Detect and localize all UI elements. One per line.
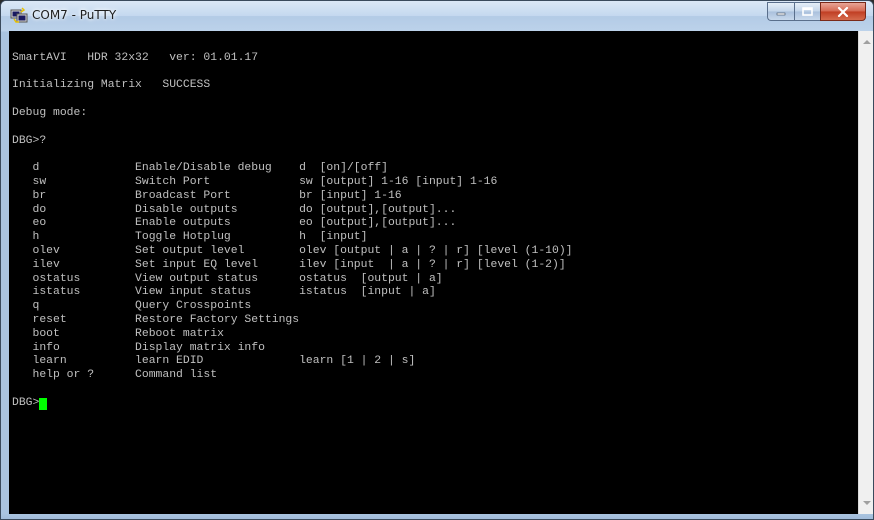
- scroll-up-arrow-icon[interactable]: [863, 40, 871, 44]
- minimize-icon: [776, 12, 786, 15]
- window-title: COM7 - PuTTY: [32, 8, 117, 22]
- terminal-line: info Display matrix info: [12, 341, 265, 354]
- terminal-output: SmartAVI HDR 32x32 ver: 01.01.17 Initiali…: [12, 38, 573, 411]
- terminal-line: DBG>?: [12, 134, 47, 147]
- terminal-line: eo Enable outputs eo [output],[output]..…: [12, 217, 457, 230]
- terminal-line: br Broadcast Port br [input] 1-16: [12, 189, 402, 202]
- minimize-button[interactable]: [767, 2, 794, 21]
- terminal-line: sw Switch Port sw [output] 1-16 [input] …: [12, 175, 498, 188]
- terminal-line: istatus View input status istatus [input…: [12, 286, 436, 299]
- terminal-line: do Disable outputs do [output],[output].…: [12, 203, 457, 216]
- close-icon: [837, 6, 849, 17]
- terminal-line: help or ? Command list: [12, 369, 218, 382]
- terminal-line: SmartAVI HDR 32x32 ver: 01.01.17: [12, 51, 259, 64]
- terminal-line: ilev Set input EQ level ilev [input | a …: [12, 258, 566, 271]
- terminal-line: d Enable/Disable debug d [on]/[off]: [12, 162, 388, 175]
- terminal-line: q Query Crosspoints: [12, 300, 252, 313]
- close-button[interactable]: [820, 2, 866, 21]
- terminal-area[interactable]: SmartAVI HDR 32x32 ver: 01.01.17 Initiali…: [9, 31, 858, 514]
- terminal-line: ostatus View output status ostatus [outp…: [12, 272, 443, 285]
- maximize-icon: [802, 7, 813, 16]
- window-controls: [767, 2, 866, 21]
- window-bottom-border: [1, 514, 873, 519]
- terminal-line: boot Reboot matrix: [12, 327, 224, 340]
- putty-window: COM7 - PuTTY SmartAVI HDR 32x32 ver: 01.…: [0, 0, 874, 520]
- terminal-line: learn learn EDID learn [1 | 2 | s]: [12, 355, 416, 368]
- terminal-line: Debug mode:: [12, 106, 88, 119]
- terminal-line: h Toggle Hotplug h [input]: [12, 231, 368, 244]
- prompt-text: DBG>: [12, 396, 40, 409]
- maximize-button[interactable]: [794, 2, 820, 21]
- scroll-down-arrow-icon[interactable]: [863, 501, 871, 505]
- terminal-line: olev Set output level olev [output | a |…: [12, 244, 573, 257]
- prompt-line: DBG>: [12, 397, 573, 411]
- title-bar[interactable]: COM7 - PuTTY: [1, 1, 873, 31]
- vertical-scrollbar[interactable]: [858, 31, 873, 514]
- terminal-line: Initializing Matrix SUCCESS: [12, 79, 211, 92]
- text-cursor: [39, 397, 48, 410]
- putty-icon[interactable]: [10, 7, 28, 23]
- terminal-line: reset Restore Factory Settings: [12, 313, 300, 326]
